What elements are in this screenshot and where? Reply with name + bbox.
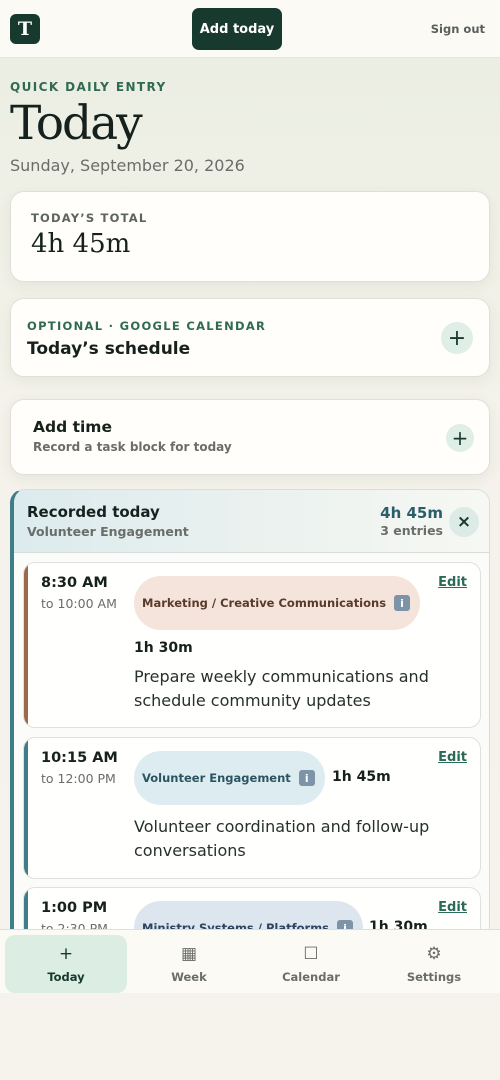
entry-category-pill[interactable]: Volunteer Engagement i xyxy=(134,751,325,805)
entry-start-time: 10:15 AM xyxy=(41,750,118,766)
edit-entry-link[interactable]: Edit xyxy=(438,750,467,765)
total-label: TODAY’S TOTAL xyxy=(31,211,148,225)
todays-total-card: TODAY’S TOTAL 4h 45m xyxy=(10,191,490,282)
nav-label: Today xyxy=(47,970,85,984)
calendar-icon: ☐ xyxy=(303,944,319,964)
recorded-today-panel: Recorded today Volunteer Engagement 4h 4… xyxy=(10,489,490,949)
page-title: Today xyxy=(10,96,143,151)
entry-card: 8:30 AM to 10:00 AM Marketing / Creative… xyxy=(23,562,481,728)
nav-settings[interactable]: ⚙ Settings xyxy=(373,935,495,993)
add-today-button[interactable]: Add today xyxy=(192,8,282,50)
add-time-card[interactable]: Add time Record a task block for today + xyxy=(10,399,490,475)
info-icon[interactable]: i xyxy=(394,595,411,611)
recorded-header: Recorded today Volunteer Engagement 4h 4… xyxy=(14,490,489,553)
recorded-total: 4h 45m xyxy=(380,504,443,522)
total-value: 4h 45m xyxy=(31,229,131,259)
gear-icon: ⚙ xyxy=(426,944,442,964)
entry-card: 10:15 AM to 12:00 PM Volunteer Engagemen… xyxy=(23,737,481,879)
close-recorded-button[interactable]: × xyxy=(449,507,479,537)
schedule-eyebrow: OPTIONAL · GOOGLE CALENDAR xyxy=(27,319,267,333)
nav-calendar[interactable]: ☐ Calendar xyxy=(250,935,372,993)
category-label: Volunteer Engagement xyxy=(142,771,291,785)
add-time-subtitle: Record a task block for today xyxy=(33,440,232,454)
entry-category-pill[interactable]: Marketing / Creative Communications i xyxy=(134,576,421,630)
edit-entry-link[interactable]: Edit xyxy=(438,900,467,915)
info-icon[interactable]: i xyxy=(298,770,315,786)
edit-entry-link[interactable]: Edit xyxy=(438,575,467,590)
top-bar: T Add today Sign out xyxy=(0,0,500,58)
today-page: T Add today Sign out QUICK DAILY ENTRY T… xyxy=(0,0,500,1080)
entry-start-time: 1:00 PM xyxy=(41,900,108,916)
nav-week[interactable]: ▦ Week xyxy=(128,935,250,993)
entry-description: Prepare weekly communications and schedu… xyxy=(134,667,429,710)
entry-duration: 1h 30m xyxy=(134,640,193,656)
nav-label: Week xyxy=(171,970,207,984)
recorded-subtitle: Volunteer Engagement xyxy=(27,524,189,539)
nav-today[interactable]: + Today xyxy=(5,935,127,993)
schedule-title: Today’s schedule xyxy=(27,339,191,359)
recorded-title: Recorded today xyxy=(27,503,160,521)
entry-start-time: 8:30 AM xyxy=(41,575,108,591)
entry-end-time: to 10:00 AM xyxy=(41,596,117,611)
app-logo[interactable]: T xyxy=(10,14,40,44)
category-label: Marketing / Creative Communications xyxy=(142,596,387,610)
add-time-button[interactable]: + xyxy=(446,424,474,452)
add-time-title: Add time xyxy=(33,418,112,436)
entry-color-bar xyxy=(24,738,28,878)
bottom-nav: + Today ▦ Week ☐ Calendar ⚙ Settings xyxy=(0,929,500,993)
nav-label: Calendar xyxy=(282,970,340,984)
entry-end-time: to 12:00 PM xyxy=(41,771,116,786)
nav-label: Settings xyxy=(406,970,462,984)
page-date: Sunday, September 20, 2026 xyxy=(10,156,245,175)
recorded-count: 3 entries xyxy=(380,523,443,538)
plus-icon: + xyxy=(58,944,74,964)
schedule-card[interactable]: OPTIONAL · GOOGLE CALENDAR Today’s sched… xyxy=(10,298,490,377)
entry-description: Volunteer coordination and follow-up con… xyxy=(134,817,430,860)
grid-icon: ▦ xyxy=(180,944,198,964)
entry-duration: 1h 45m xyxy=(332,769,391,785)
sign-out-link[interactable]: Sign out xyxy=(431,22,485,36)
entry-color-bar xyxy=(24,563,28,727)
expand-schedule-button[interactable]: + xyxy=(441,322,473,354)
page-eyebrow: QUICK DAILY ENTRY xyxy=(10,80,167,94)
